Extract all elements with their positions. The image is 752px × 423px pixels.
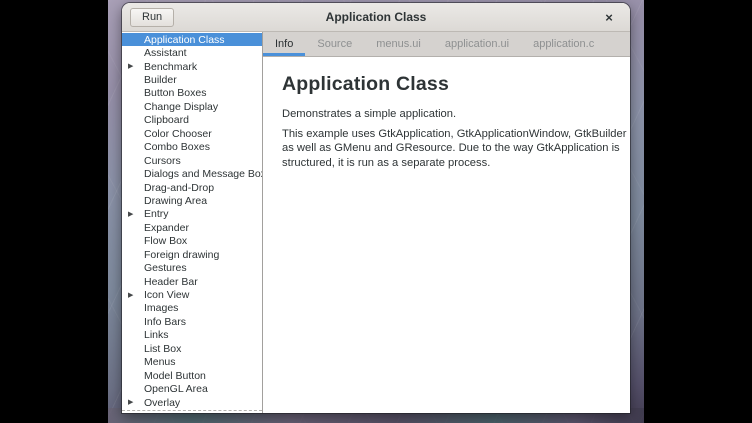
sidebar-item[interactable]: ▶ Change Display [122,100,262,113]
sidebar-item-label: Images [144,302,178,314]
sidebar-item-label: Foreign drawing [144,249,219,261]
sidebar-item-label: Icon View [144,289,189,301]
window-body: ▶ Application Class ▶ Assistant ▶ Benchm… [122,32,630,413]
right-pane: Info Source menus.ui application.ui [263,32,630,413]
sidebar-item-label: Info Bars [144,316,186,328]
sidebar-item[interactable]: ▶ Benchmark [122,60,262,73]
tab-bar: Info Source menus.ui application.ui [263,32,630,57]
sidebar-item[interactable]: ▶ Button Boxes [122,87,262,100]
sidebar-item[interactable]: ▶ Drawing Area [122,194,262,207]
sidebar-item[interactable]: ▶ List Box [122,342,262,355]
sidebar-item[interactable]: ▶ Images [122,302,262,315]
sidebar-item-label: Gestures [144,262,187,274]
sidebar-item-label: OpenGL Area [144,383,208,395]
tab-label: application.ui [445,38,509,50]
tab[interactable]: Source [305,32,364,56]
sidebar-item-label: Links [144,329,169,341]
sidebar-item[interactable]: ▶ Clipboard [122,114,262,127]
sidebar-item[interactable]: ▶ Header Bar [122,275,262,288]
expander-icon[interactable]: ▶ [128,63,144,70]
sidebar-item-label: Color Chooser [144,128,212,140]
sidebar-item-label: Builder [144,74,177,86]
sidebar-item[interactable]: ▶ Drag-and-Drop [122,181,262,194]
close-button[interactable]: × [599,7,619,27]
app-window: Run Application Class × ▶ Application Cl… [122,3,630,413]
tab[interactable]: application.ui [433,32,521,56]
tab[interactable]: Info [263,32,305,56]
sidebar-item-label: Assistant [144,47,187,59]
demo-description: This example uses GtkApplication, GtkApp… [282,127,627,171]
sidebar-item-label: Benchmark [144,61,197,73]
sidebar-item[interactable]: ▶ Icon View [122,288,262,301]
sidebar-item-label: Menus [144,356,176,368]
sidebar-item[interactable]: ▶ Dialogs and Message Boxes [122,167,262,180]
sidebar-item[interactable]: ▶ Info Bars [122,315,262,328]
tab-label: Source [317,38,352,50]
tab-label: Info [275,38,293,50]
run-button[interactable]: Run [130,8,174,27]
sidebar-item[interactable]: ▶ Entry [122,208,262,221]
sidebar-item-label: Dialogs and Message Boxes [144,168,263,180]
sidebar-item[interactable]: ▶ Gestures [122,261,262,274]
demo-list-sidebar[interactable]: ▶ Application Class ▶ Assistant ▶ Benchm… [122,32,263,413]
sidebar-item-label: Button Boxes [144,87,206,99]
sidebar-item[interactable]: ▶ Model Button [122,369,262,382]
sidebar-item-label: Application Class [144,34,225,46]
sidebar-item[interactable]: ▶ Builder [122,73,262,86]
tab-label: menus.ui [376,38,421,50]
expander-icon[interactable]: ▶ [128,399,144,406]
sidebar-item-label: Drag-and-Drop [144,182,214,194]
tab[interactable]: application.c [521,32,606,56]
sidebar-item[interactable]: ▶ Expander [122,221,262,234]
sidebar-item-label: Drawing Area [144,195,207,207]
sidebar-item[interactable]: ▶ Menus [122,356,262,369]
close-icon: × [605,10,613,25]
sidebar-item-label: List Box [144,343,181,355]
stage: { "window": { "title": "Application Clas… [0,0,752,423]
expander-icon[interactable]: ▶ [128,211,144,218]
sidebar-item-label: Cursors [144,155,181,167]
sidebar-item[interactable]: ▶ Flow Box [122,235,262,248]
sidebar-item-label: Expander [144,222,189,234]
expander-icon[interactable]: ▶ [128,292,144,299]
sidebar-item[interactable]: ▶ Combo Boxes [122,141,262,154]
sidebar-item[interactable]: ▶ OpenGL Area [122,382,262,395]
sidebar-item[interactable]: ▶ Application Class [122,33,262,46]
sidebar-item-label: Model Button [144,370,206,382]
window-title: Application Class [122,10,630,24]
undershoot-dashes [122,410,262,411]
sidebar-item[interactable]: ▶ Cursors [122,154,262,167]
sidebar-item-label: Header Bar [144,276,198,288]
demo-heading: Application Class [282,73,611,96]
tab[interactable]: menus.ui [364,32,433,56]
sidebar-item-label: Combo Boxes [144,141,210,153]
desktop-wallpaper: Run Application Class × ▶ Application Cl… [108,0,644,423]
sidebar-item-label: Overlay [144,397,180,409]
demo-summary: Demonstrates a simple application. [282,107,627,122]
sidebar-item[interactable]: ▶ Foreign drawing [122,248,262,261]
sidebar-item[interactable]: ▶ Assistant [122,46,262,59]
sidebar-item-label: Entry [144,208,169,220]
headerbar[interactable]: Run Application Class × [122,3,630,32]
sidebar-item[interactable]: ▶ Links [122,329,262,342]
tab-label: application.c [533,38,594,50]
sidebar-item-label: Flow Box [144,235,187,247]
content-pane: Application Class Demonstrates a simple … [263,57,630,413]
sidebar-item-label: Clipboard [144,114,189,126]
sidebar-item[interactable]: ▶ Overlay [122,396,262,409]
sidebar-item[interactable]: ▶ Color Chooser [122,127,262,140]
sidebar-item-label: Change Display [144,101,218,113]
